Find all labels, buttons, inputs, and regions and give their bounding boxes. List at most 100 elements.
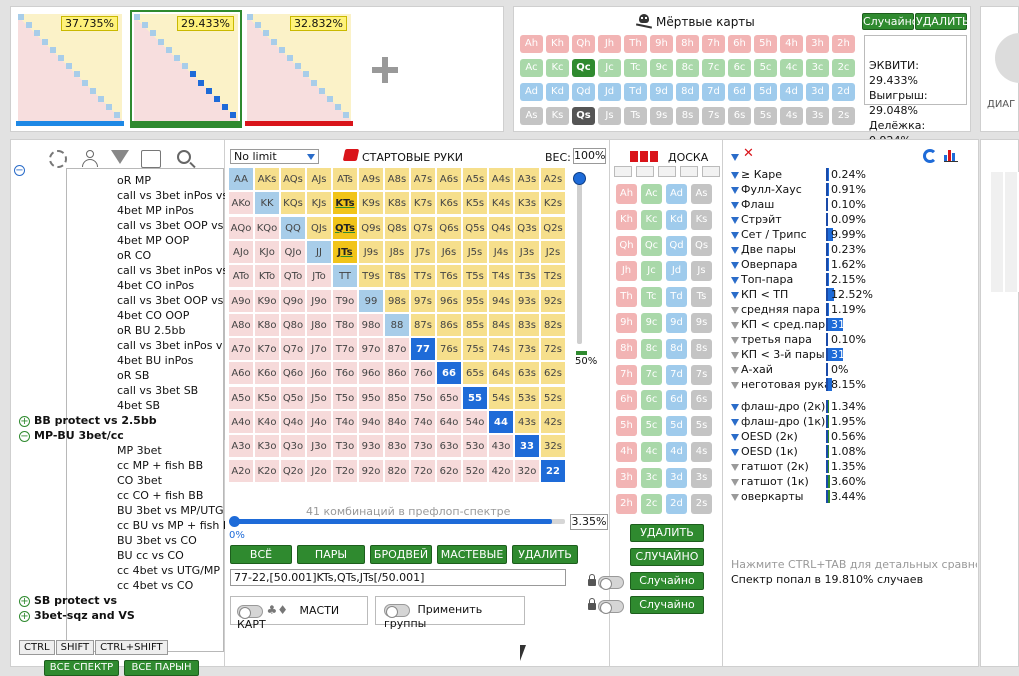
hand-cell[interactable]: T7s [411,265,436,288]
hand-cell[interactable]: 66 [437,362,462,385]
hand-cell[interactable]: K4s [489,192,514,215]
board-card[interactable]: Qh [616,236,637,256]
board-card[interactable]: 5h [616,416,637,436]
filter-funnel-icon[interactable] [731,277,739,284]
hand-cell[interactable]: 43s [515,411,540,434]
hand-cell[interactable]: A6s [437,168,462,191]
hand-cell[interactable]: K6o [255,362,280,385]
hand-cell[interactable]: 55 [463,387,488,410]
dead-card[interactable]: Ac [520,59,543,77]
modifier-tab[interactable]: CTRL [19,640,55,655]
hand-cell[interactable]: J7o [307,338,332,361]
hand-cell[interactable]: 95o [359,387,384,410]
board-random-button[interactable]: СЛУЧАЙНО [630,548,704,566]
filter-funnel-icon[interactable] [731,262,739,269]
stat-row[interactable]: КП < 3-й пары31.41% [731,347,825,362]
hand-cell[interactable]: 42s [541,411,566,434]
filter-funnel-icon[interactable] [731,434,739,441]
tree-item[interactable]: oR MP [117,173,151,188]
filter-funnel-icon[interactable] [731,202,739,209]
board-card[interactable]: 4d [666,442,687,462]
board-card[interactable]: 5d [666,416,687,436]
hand-cell[interactable]: 87o [385,338,410,361]
hand-cell[interactable]: A4s [489,168,514,191]
hand-cell[interactable]: Q4o [281,411,306,434]
clear-filter-icon[interactable]: ✕ [743,146,754,161]
dead-card[interactable]: 6d [728,83,751,101]
hand-cell[interactable]: T2s [541,265,566,288]
dead-card[interactable]: 6h [728,35,751,53]
stat-row[interactable]: А-хай0% [731,362,773,377]
dead-card[interactable]: 5d [754,83,777,101]
tree-item[interactable]: +BB protect vs 2.5bb [19,413,157,428]
filter-funnel-icon[interactable] [731,292,739,299]
hand-cell[interactable]: 42o [489,460,514,483]
stat-row[interactable]: оверкарты3.44% [731,489,803,504]
stat-row[interactable]: Флаш0.10% [731,197,774,212]
matrix-broadway-button[interactable]: БРОДВЕЙ [370,545,432,564]
hand-cell[interactable]: 52s [541,387,566,410]
filter-funnel-icon[interactable] [731,217,739,224]
card-suits-toggle[interactable] [237,605,263,618]
hand-cell[interactable]: Q2o [281,460,306,483]
hand-cell[interactable]: A6o [229,362,254,385]
tree-item[interactable]: cc CO + fish BB [117,488,203,503]
hand-cell[interactable]: Q8o [281,314,306,337]
filter-funnel-icon[interactable] [731,172,739,179]
stat-row[interactable]: флаш-дро (1к)1.95% [731,414,825,429]
dead-card[interactable]: Qd [572,83,595,101]
tree-item[interactable]: cc MP + fish BB [117,458,203,473]
filter-funnel-icon[interactable] [731,247,739,254]
filter-funnel-icon[interactable] [731,187,739,194]
hand-cell[interactable]: 98o [359,314,384,337]
board-card[interactable]: Qc [641,236,662,256]
hand-cell[interactable]: K5s [463,192,488,215]
hand-cell[interactable]: K4o [255,411,280,434]
hand-cell[interactable]: T6s [437,265,462,288]
filter-funnel-icon[interactable] [731,479,739,486]
stat-row[interactable]: Топ-пара2.15% [731,272,793,287]
hand-cell[interactable]: Q6o [281,362,306,385]
dead-card[interactable]: 7s [702,107,725,125]
dead-card[interactable]: Ks [546,107,569,125]
hand-cell[interactable]: KQs [281,192,306,215]
stat-row[interactable]: средняя пара1.19% [731,302,820,317]
tree-item[interactable]: oR BU 2.5bb [117,323,185,338]
hand-cell[interactable]: 95s [463,290,488,313]
hand-cell[interactable]: 92o [359,460,384,483]
dead-card[interactable]: 7d [702,83,725,101]
hand-cell[interactable]: K7o [255,338,280,361]
hand-cell[interactable]: 44 [489,411,514,434]
hand-cell[interactable]: 96o [359,362,384,385]
hand-cell[interactable]: T3o [333,435,358,458]
range-progress-track[interactable] [233,519,565,524]
hand-cell[interactable]: T9s [359,265,384,288]
random-t-lock[interactable] [588,575,624,589]
board-card[interactable]: 7s [691,365,712,385]
board-card[interactable]: 9c [641,313,662,333]
hand-cell[interactable]: 99 [359,290,384,313]
board-card[interactable]: 2c [641,494,662,514]
hand-cell[interactable]: 87s [411,314,436,337]
range-thumbnail[interactable]: 32.832% [243,10,355,128]
board-card[interactable]: Th [616,287,637,307]
hand-cell[interactable]: 94o [359,411,384,434]
tree-item[interactable]: call vs 3bet SB [117,383,198,398]
dead-card[interactable]: Ts [624,107,647,125]
hand-cell[interactable]: K7s [411,192,436,215]
stat-row[interactable]: Две пары0.23% [731,242,796,257]
board-card[interactable]: Ks [691,210,712,230]
hand-cell[interactable]: TT [333,265,358,288]
add-range-icon[interactable] [370,55,400,85]
board-card[interactable]: Jh [616,261,637,281]
board-card[interactable]: Kh [616,210,637,230]
hand-cell[interactable]: 75s [463,338,488,361]
board-card[interactable]: 2h [616,494,637,514]
dead-card[interactable]: 9h [650,35,673,53]
stat-row[interactable]: Оверпара1.62% [731,257,798,272]
dead-card[interactable]: Js [598,107,621,125]
board-card[interactable]: Ad [666,184,687,204]
hand-cell[interactable]: 93s [515,290,540,313]
stat-row[interactable]: Стрэйт0.09% [731,212,782,227]
tree-toggle-icon[interactable]: − [19,431,30,442]
